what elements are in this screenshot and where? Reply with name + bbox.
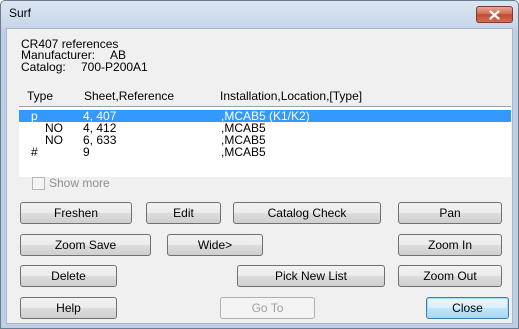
surf-dialog: Surf CR407 references Manufacturer: AB C… bbox=[0, 0, 519, 329]
show-more-checkbox[interactable] bbox=[32, 176, 45, 190]
edit-button[interactable]: Edit bbox=[146, 202, 221, 224]
list-item-type: p bbox=[31, 109, 38, 123]
show-more-toggle[interactable]: Show more bbox=[32, 176, 110, 190]
list-item-type: NO bbox=[45, 133, 63, 147]
zoom-save-button[interactable]: Zoom Save bbox=[20, 234, 151, 256]
close-icon bbox=[489, 9, 500, 20]
freshen-button[interactable]: Freshen bbox=[20, 202, 132, 224]
window-close-button[interactable] bbox=[476, 6, 513, 23]
zoom-in-button[interactable]: Zoom In bbox=[398, 234, 502, 256]
title-bar[interactable]: Surf bbox=[1, 1, 518, 27]
column-header-installation-location: Installation,Location,[Type] bbox=[220, 89, 363, 103]
list-item[interactable]: # 9 ,MCAB5 bbox=[19, 146, 511, 158]
catalog-label: Catalog: bbox=[21, 60, 66, 74]
column-header-type: Type bbox=[27, 89, 54, 103]
column-header-sheet-reference: Sheet,Reference bbox=[84, 89, 175, 103]
help-button[interactable]: Help bbox=[20, 297, 117, 319]
reference-list[interactable]: p 4, 407 ,MCAB5 (K1/K2) NO 4, 412 ,MCAB5… bbox=[19, 106, 511, 177]
list-item-location: ,MCAB5 bbox=[221, 145, 266, 159]
pick-new-list-button[interactable]: Pick New List bbox=[237, 265, 385, 287]
delete-button[interactable]: Delete bbox=[20, 265, 117, 287]
close-button[interactable]: Close bbox=[426, 297, 509, 319]
show-more-label: Show more bbox=[49, 176, 110, 190]
wide-button[interactable]: Wide> bbox=[167, 234, 263, 256]
window-title: Surf bbox=[9, 6, 32, 20]
pan-button[interactable]: Pan bbox=[398, 202, 502, 224]
catalog-value: 700-P200A1 bbox=[81, 60, 148, 74]
list-item-type: # bbox=[31, 145, 38, 159]
catalog-check-button[interactable]: Catalog Check bbox=[233, 202, 381, 224]
list-item-reference: 9 bbox=[83, 145, 90, 159]
go-to-button[interactable]: Go To bbox=[220, 297, 315, 319]
zoom-out-button[interactable]: Zoom Out bbox=[398, 265, 502, 287]
